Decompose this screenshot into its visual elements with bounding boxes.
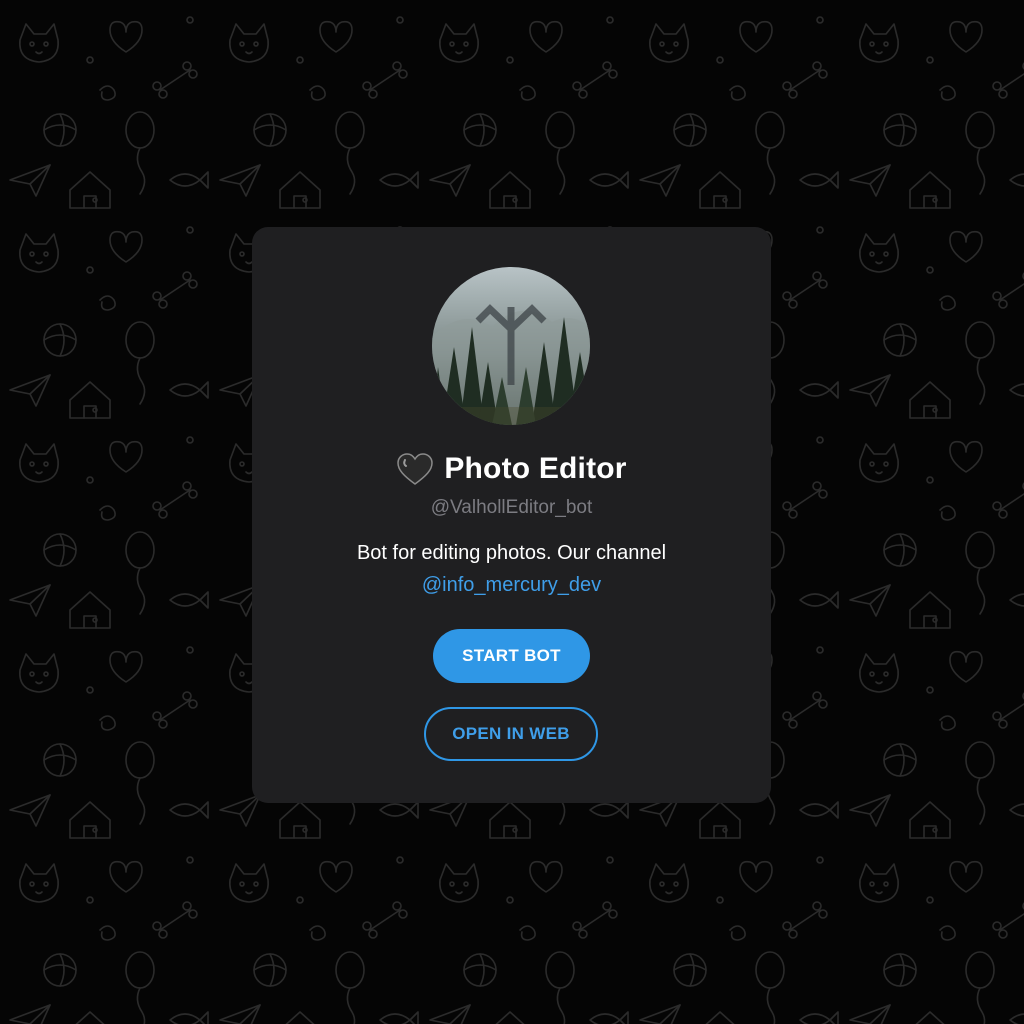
bot-avatar bbox=[432, 267, 590, 425]
forest-avatar-image bbox=[432, 267, 590, 425]
bot-title-row: Photo Editor bbox=[252, 449, 771, 489]
bot-username: @ValhollEditor_bot bbox=[430, 497, 593, 518]
telegram-bot-preview-page: Photo Editor @ValhollEditor_bot Bot for … bbox=[0, 0, 1024, 1024]
bot-name-title: Photo Editor bbox=[444, 452, 627, 485]
bot-description-block: Bot for editing photos. Our channel @inf… bbox=[252, 537, 771, 601]
black-heart-icon bbox=[397, 453, 434, 485]
bot-info-card: Photo Editor @ValhollEditor_bot Bot for … bbox=[252, 227, 771, 803]
bot-description-text: Bot for editing photos. Our channel bbox=[356, 542, 667, 564]
start-bot-button[interactable]: START BOT bbox=[433, 629, 590, 683]
channel-link[interactable]: @info_mercury_dev bbox=[422, 569, 601, 601]
open-in-web-button[interactable]: OPEN IN WEB bbox=[424, 707, 598, 761]
